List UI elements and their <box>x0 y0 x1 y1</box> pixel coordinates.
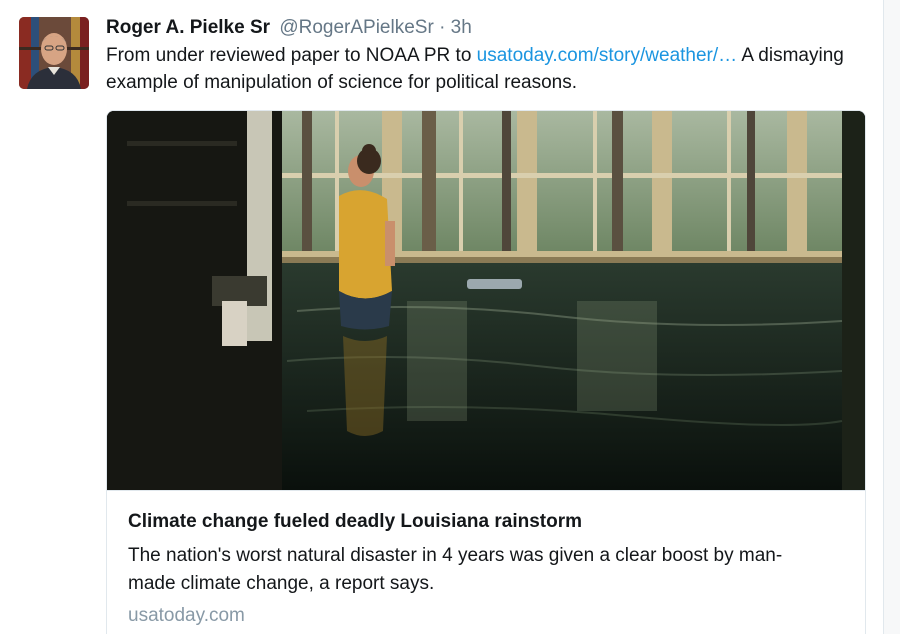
tweet-text-intro: From under reviewed paper to NOAA PR to <box>106 45 477 66</box>
scrollbar[interactable] <box>883 0 900 634</box>
tweet-page: Roger A. Pielke Sr @RogerAPielkeSr · 3h … <box>0 0 900 634</box>
card-domain: usatoday.com <box>128 605 245 626</box>
card-description: The nation's worst natural disaster in 4… <box>128 545 783 594</box>
tweet-link[interactable]: usatoday.com/story/weather/… <box>477 45 737 66</box>
author-name[interactable]: Roger A. Pielke Sr <box>106 17 270 38</box>
card-title[interactable]: Climate change fueled deadly Louisiana r… <box>128 510 848 534</box>
header-separator: · <box>439 17 446 38</box>
tweet-timestamp[interactable]: 3h <box>451 17 472 38</box>
link-card[interactable]: Climate change fueled deadly Louisiana r… <box>106 110 866 634</box>
tweet-text: From under reviewed paper to NOAA PR to … <box>106 42 866 96</box>
tweet-header: Roger A. Pielke Sr @RogerAPielkeSr · 3h <box>106 15 472 41</box>
author-handle[interactable]: @RogerAPielkeSr <box>279 17 433 38</box>
card-image[interactable] <box>107 111 865 491</box>
avatar[interactable] <box>19 17 89 89</box>
